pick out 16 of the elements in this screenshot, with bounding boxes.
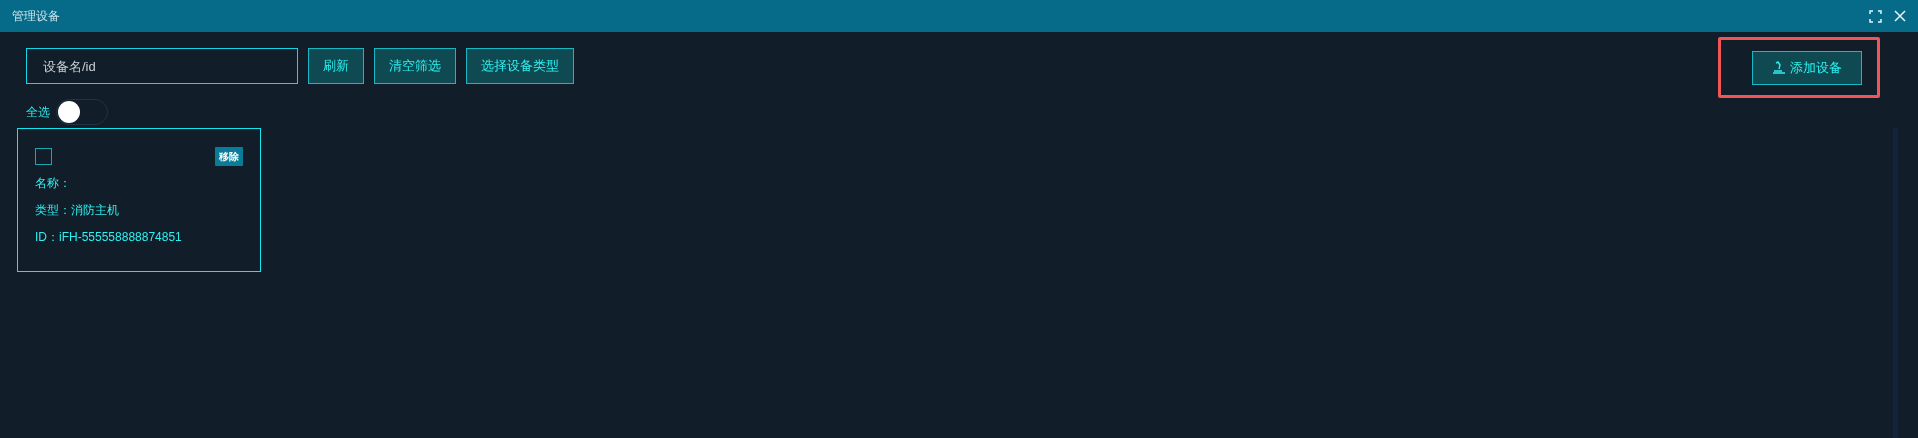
checkbox[interactable] bbox=[35, 148, 52, 165]
toolbar-button[interactable]: 清空筛选 bbox=[374, 48, 456, 84]
select-all-label: 全选 bbox=[26, 104, 50, 121]
device-id: ID：iFH-555558888874851 bbox=[35, 229, 183, 246]
plug-icon bbox=[1772, 61, 1786, 74]
window-title: 管理设备 bbox=[12, 8, 60, 25]
toolbar-button[interactable]: 选择设备类型 bbox=[466, 48, 574, 84]
device-name: 名称： bbox=[35, 175, 72, 192]
remove-button[interactable]: 移除 bbox=[215, 147, 243, 166]
search-field[interactable]: 设备名/id bbox=[26, 48, 298, 84]
fullscreen-icon[interactable] bbox=[1869, 9, 1882, 23]
device-type: 类型：消防主机 bbox=[35, 202, 120, 219]
add-device-button[interactable]: 添加设备 bbox=[1752, 50, 1862, 85]
toggle-switch[interactable] bbox=[56, 99, 108, 125]
close-icon[interactable] bbox=[1894, 10, 1906, 22]
toolbar-button[interactable]: 刷新 bbox=[308, 48, 364, 84]
